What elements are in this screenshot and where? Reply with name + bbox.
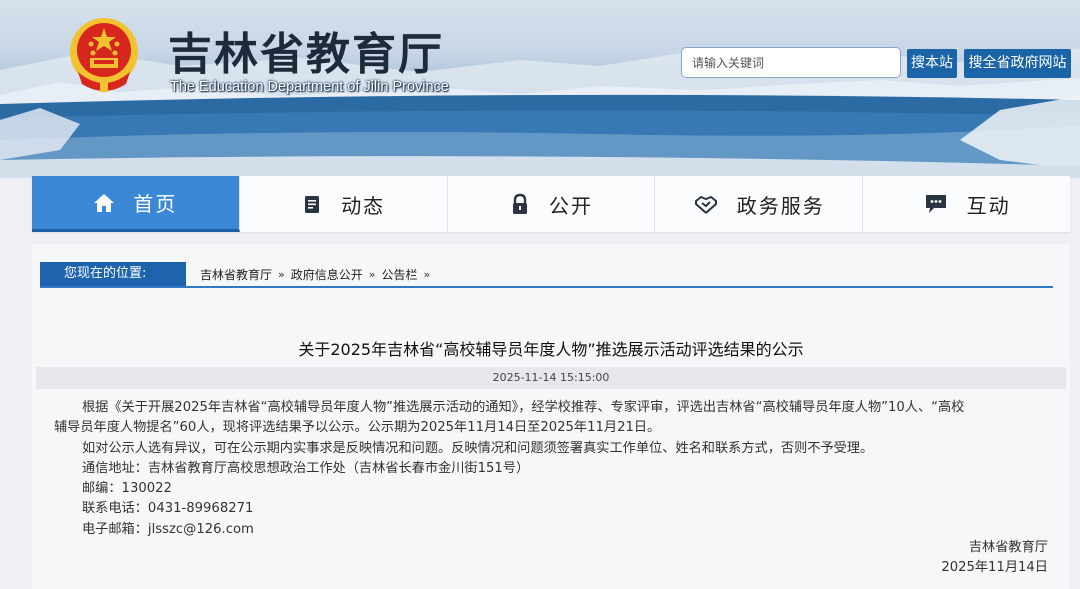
paragraph-line: 如对公示人选有异议，可在公示期内实事求是反映情况和问题。反映情况和问题须签署真实… bbox=[82, 440, 874, 456]
signoff-organization: 吉林省教育厅 bbox=[968, 540, 1048, 555]
breadcrumb-trail: 吉林省教育厅 » 政府信息公开 » 公告栏 » bbox=[200, 266, 430, 283]
publish-date: 2025-11-14 15:15:00 bbox=[36, 367, 1066, 389]
breadcrumb-link-notices[interactable]: 公告栏 bbox=[382, 266, 418, 283]
paragraph-line: 根据《关于开展2025年吉林省“高校辅导员年度人物”推选展示活动的通知》，经学校… bbox=[82, 400, 965, 415]
breadcrumb-link-info[interactable]: 政府信息公开 bbox=[291, 266, 363, 283]
search-province-button[interactable]: 搜全省政府网站 bbox=[964, 49, 1071, 78]
nav-item-label: 政务服务 bbox=[736, 193, 825, 218]
article-body: 根据《关于开展2025年吉林省“高校辅导员年度人物”推选展示活动的通知》，经学校… bbox=[54, 398, 1052, 540]
content-panel: 您现在的位置: 吉林省教育厅 » 政府信息公开 » 公告栏 » 关于2025年吉… bbox=[32, 244, 1070, 589]
nav-item-label: 公开 bbox=[548, 193, 593, 218]
lock-icon bbox=[512, 193, 527, 214]
search-site-button[interactable]: 搜本站 bbox=[907, 49, 957, 78]
nav-item-services[interactable]: 政务服务 bbox=[655, 176, 864, 232]
main-nav: 首页 动态 公开 政务服务 互动 bbox=[32, 176, 1070, 232]
nav-item-label: 首页 bbox=[133, 192, 178, 216]
search-input[interactable] bbox=[681, 47, 901, 78]
nav-item-news[interactable]: 动态 bbox=[240, 176, 448, 232]
national-emblem-icon bbox=[70, 18, 138, 92]
breadcrumb-link-home[interactable]: 吉林省教育厅 bbox=[200, 266, 272, 283]
article-title: 关于2025年吉林省“高校辅导员年度人物”推选展示活动评选结果的公示 bbox=[298, 340, 804, 359]
site-subtitle: The Education Department of Jilin Provin… bbox=[170, 79, 449, 95]
nav-item-home[interactable]: 首页 bbox=[32, 176, 240, 232]
nav-item-label: 动态 bbox=[341, 193, 386, 218]
header-banner: 吉林省教育厅 The Education Department of Jilin… bbox=[0, 0, 1080, 178]
paragraph-line: 辅导员年度人物提名”60人，现将评选结果予以公示。公示期为2025年11月14日… bbox=[54, 420, 661, 436]
chat-icon bbox=[925, 195, 946, 213]
handshake-icon bbox=[694, 195, 717, 214]
contact-address: 通信地址：吉林省教育厅高校思想政治工作处（吉林省长春市金川街151号） bbox=[82, 460, 530, 476]
signoff-date: 2025年11月14日 bbox=[941, 560, 1048, 575]
breadcrumb: 您现在的位置: 吉林省教育厅 » 政府信息公开 » 公告栏 » bbox=[40, 262, 1053, 288]
home-icon bbox=[94, 193, 115, 212]
lake-mountain-background bbox=[0, 48, 1080, 178]
breadcrumb-label: 您现在的位置: bbox=[40, 262, 186, 286]
breadcrumb-separator: » bbox=[368, 267, 376, 281]
contact-postcode: 邮编：130022 bbox=[82, 481, 172, 497]
nav-item-public[interactable]: 公开 bbox=[448, 176, 656, 232]
nav-item-label: 互动 bbox=[966, 193, 1011, 218]
contact-phone: 联系电话：0431-89968271 bbox=[82, 501, 254, 517]
breadcrumb-separator: » bbox=[423, 267, 431, 281]
site-title: 吉林省教育厅 bbox=[168, 29, 444, 80]
nav-item-interact[interactable]: 互动 bbox=[863, 176, 1070, 232]
breadcrumb-separator: » bbox=[278, 267, 285, 281]
document-icon bbox=[305, 196, 320, 213]
